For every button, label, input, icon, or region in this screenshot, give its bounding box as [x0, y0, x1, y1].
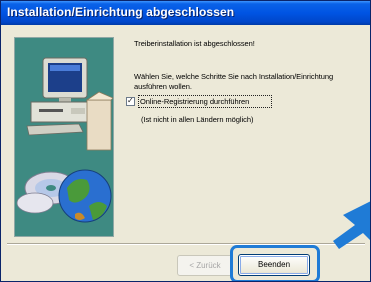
back-button[interactable]: < Zurück	[177, 255, 233, 276]
globe-icon	[58, 169, 112, 223]
finish-button-highlight	[230, 245, 320, 281]
window-title: Installation/Einrichtung abgeschlossen	[7, 5, 235, 19]
wizard-illustration	[14, 37, 114, 237]
installer-window: Installation/Einrichtung abgeschlossen T…	[0, 0, 371, 282]
checkmark-icon: ✓	[127, 96, 134, 105]
desktop-computer-icon	[26, 57, 113, 151]
pointer-arrow-icon	[333, 201, 370, 249]
instruction-text-line1: Wählen Sie, welche Schritte Sie nach Ins…	[134, 72, 334, 81]
registration-checkbox[interactable]: ✓	[126, 96, 135, 106]
availability-note: (Ist nicht in allen Ländern möglich)	[141, 115, 254, 124]
completed-message: Treiberinstallation ist abgeschlossen!	[134, 39, 255, 48]
title-bar[interactable]: Installation/Einrichtung abgeschlossen	[1, 1, 370, 25]
instruction-text-line2: ausführen wollen.	[134, 82, 192, 91]
registration-checkbox-label[interactable]: Online-Registrierung durchführen	[140, 97, 249, 106]
